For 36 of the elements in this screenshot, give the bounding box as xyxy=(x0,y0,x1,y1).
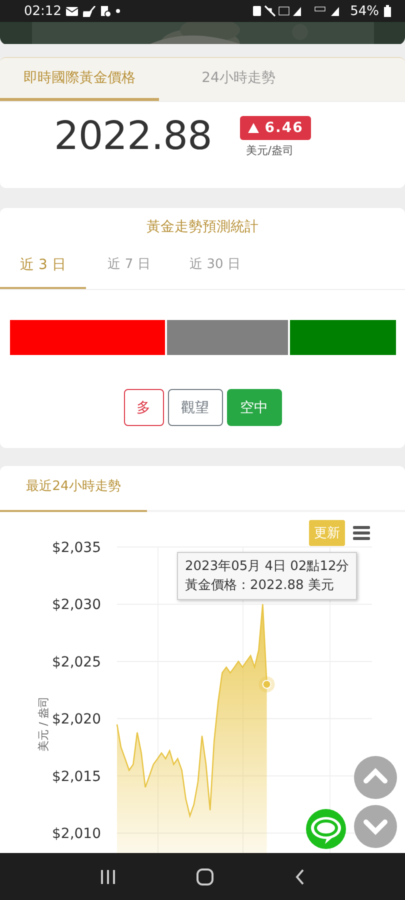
axis-title: 美元 / 盎司 xyxy=(37,696,50,751)
tooltip-date: 2023年05月 4日 02點12分 xyxy=(185,558,350,576)
document-icon xyxy=(101,6,112,16)
mail-icon xyxy=(66,6,78,16)
change-value: 6.46 xyxy=(264,120,304,136)
axis-tick-label: $2,025 xyxy=(52,654,101,670)
tooltip-price: 黃金價格：2022.88 美元 xyxy=(185,576,335,595)
hover-point xyxy=(258,676,275,692)
back-icon[interactable] xyxy=(294,868,305,884)
refresh-button[interactable]: 更新 xyxy=(309,520,345,546)
section-title: 黃金走勢預測統計 xyxy=(146,218,260,237)
tab[interactable]: 近 7 日 xyxy=(86,245,172,289)
battery-percent: 54% xyxy=(350,4,379,18)
triangle-icon xyxy=(248,122,259,132)
vote-button[interactable]: 觀望 xyxy=(168,389,222,426)
axis-tick-label: $2,030 xyxy=(52,596,101,613)
home-icon[interactable] xyxy=(196,868,214,886)
vote-button[interactable]: 空中 xyxy=(226,389,282,426)
battery-icon xyxy=(384,5,391,17)
dot-icon xyxy=(116,9,120,13)
tab[interactable]: 24小時走勢 xyxy=(159,58,318,101)
price-value: 2022.88 xyxy=(54,114,212,159)
clock: 02:12 xyxy=(24,4,62,18)
axis-tick-label: $2,010 xyxy=(52,826,101,842)
recent-apps-icon[interactable] xyxy=(100,868,116,884)
menu-icon[interactable] xyxy=(353,526,370,540)
tab[interactable]: 近 30 日 xyxy=(172,245,258,289)
axis-tick-label: $2,015 xyxy=(52,768,101,784)
axis-tick-label: $2,020 xyxy=(52,711,101,728)
unit-label: 美元/盎司 xyxy=(246,142,294,158)
tab[interactable]: 最近24小時走勢 xyxy=(0,466,147,512)
broom-icon xyxy=(83,6,96,16)
tab[interactable]: 近 3 日 xyxy=(0,245,86,289)
vote-button[interactable]: 多 xyxy=(124,389,164,426)
tab[interactable]: 即時國際黃金價格 xyxy=(0,58,159,101)
axis-tick-label: $2,035 xyxy=(52,540,101,556)
